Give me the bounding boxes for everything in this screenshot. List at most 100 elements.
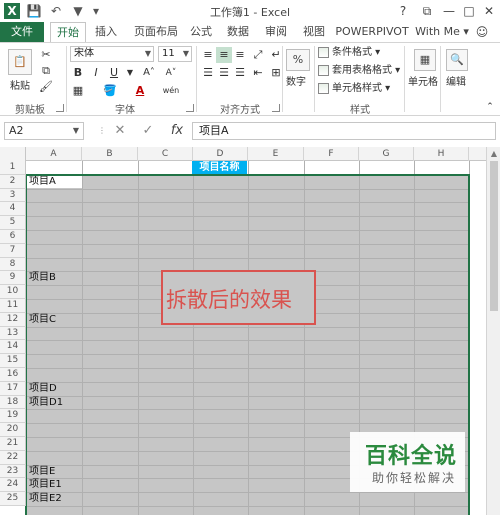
align-left-icon[interactable]: ☰ — [200, 65, 216, 81]
row-header-22[interactable]: 22 — [0, 450, 26, 465]
cut-icon[interactable]: ✂ — [38, 47, 54, 63]
border-icon[interactable]: ▦ — [70, 83, 86, 99]
copy-icon[interactable]: ⧉ — [38, 63, 54, 79]
tab-view[interactable]: 视图 — [298, 22, 330, 42]
paste-icon[interactable]: 📋 — [8, 49, 32, 75]
editing-icon[interactable]: 🔍 — [446, 49, 468, 71]
close-button[interactable]: ✕ — [480, 2, 498, 20]
row-header-17[interactable]: 17 — [0, 381, 26, 396]
minimize-button[interactable]: — — [440, 2, 458, 20]
format-as-table-button[interactable]: 套用表格格式 ▾ — [318, 63, 400, 79]
row-header-13[interactable]: 13 — [0, 326, 26, 341]
column-header-a[interactable]: A — [26, 147, 82, 161]
fill-color-icon[interactable]: 🪣 — [102, 83, 118, 99]
font-launcher-icon[interactable] — [186, 104, 194, 112]
grow-font-button[interactable]: A˄ — [140, 65, 158, 81]
column-header-b[interactable]: B — [82, 147, 138, 161]
row-header-21[interactable]: 21 — [0, 437, 26, 451]
align-middle-icon[interactable]: ≡ — [216, 47, 232, 63]
row-header-1[interactable]: 1 — [0, 161, 26, 175]
cells-icon[interactable]: ▦ — [414, 49, 436, 71]
underline-button[interactable]: U — [106, 65, 122, 81]
formula-input[interactable]: 项目A — [192, 122, 496, 140]
maximize-button[interactable]: □ — [460, 2, 478, 20]
row-header-19[interactable]: 19 — [0, 409, 26, 424]
chevron-down-icon: ▼ — [144, 49, 151, 58]
column-header-g[interactable]: G — [359, 147, 414, 161]
tab-file[interactable]: 文件 — [0, 22, 44, 42]
format-painter-icon[interactable]: 🖌 — [38, 79, 54, 95]
tab-with-me[interactable]: With Me ▾ — [414, 22, 470, 42]
cancel-icon[interactable]: ✕ — [112, 122, 128, 140]
paste-label[interactable]: 粘贴 — [10, 77, 30, 92]
tab-review[interactable]: 审阅 — [260, 22, 292, 42]
ribbon-display-button[interactable]: ⧉ — [418, 2, 436, 20]
select-all-corner[interactable] — [0, 147, 26, 161]
italic-button[interactable]: I — [88, 65, 104, 81]
row-header-8[interactable]: 8 — [0, 257, 26, 272]
row-header-5[interactable]: 5 — [0, 216, 26, 230]
row-header-6[interactable]: 6 — [0, 230, 26, 244]
vertical-scrollbar[interactable]: ▲ — [486, 147, 500, 515]
bold-button[interactable]: B — [70, 65, 86, 81]
row-header-15[interactable]: 15 — [0, 354, 26, 368]
smiley-icon[interactable]: ☺ — [472, 22, 492, 42]
indent-icon[interactable]: ⇤ — [250, 65, 266, 81]
orientation-icon[interactable]: ⤢ — [250, 47, 266, 63]
row-header-4[interactable]: 4 — [0, 202, 26, 217]
row-header-7[interactable]: 7 — [0, 243, 26, 258]
row-header-9[interactable]: 9 — [0, 271, 26, 286]
tab-home[interactable]: 开始 — [50, 22, 86, 43]
row-header-24[interactable]: 24 — [0, 478, 26, 493]
tab-insert[interactable]: 插入 — [90, 22, 122, 42]
align-center-icon[interactable]: ☰ — [216, 65, 232, 81]
row-header-10[interactable]: 10 — [0, 285, 26, 299]
align-top-icon[interactable]: ≡ — [200, 47, 216, 63]
number-format-icon[interactable]: % — [286, 49, 310, 71]
font-size-combo[interactable]: 11 ▼ — [158, 46, 192, 62]
scroll-thumb[interactable] — [490, 161, 498, 311]
font-color-button[interactable]: A — [132, 83, 148, 99]
tab-formulas[interactable]: 公式 — [186, 22, 216, 42]
name-box[interactable]: A2 ▼ — [4, 122, 84, 140]
help-button[interactable]: ? — [394, 2, 412, 20]
underline-dropdown-icon[interactable]: ▼ — [122, 65, 138, 81]
scroll-up-icon[interactable]: ▲ — [487, 149, 500, 158]
merged-header-cell[interactable]: 项目名称 — [192, 161, 247, 175]
collapse-ribbon-icon[interactable]: ⌃ — [482, 99, 498, 115]
tab-powerpivot[interactable]: POWERPIVOT — [334, 22, 410, 42]
row-header-25[interactable]: 25 — [0, 492, 26, 506]
alignment-launcher-icon[interactable] — [272, 104, 280, 112]
shrink-font-button[interactable]: A˅ — [162, 65, 180, 81]
conditional-formatting-button[interactable]: 条件格式 ▾ — [318, 45, 380, 61]
font-name-combo[interactable]: 宋体 ▼ — [70, 46, 154, 62]
tab-page-layout[interactable]: 页面布局 — [130, 22, 182, 42]
row-header-23[interactable]: 23 — [0, 464, 26, 479]
column-header-h[interactable]: H — [414, 147, 469, 161]
row-header-11[interactable]: 11 — [0, 299, 26, 313]
row-header-20[interactable]: 20 — [0, 423, 26, 437]
cells-label[interactable]: 单元格 — [408, 73, 438, 88]
row-header-16[interactable]: 16 — [0, 368, 26, 382]
group-separator — [282, 46, 283, 112]
phonetic-guide-button[interactable]: wén — [160, 83, 182, 99]
number-label[interactable]: 数字 — [286, 73, 306, 88]
column-header-f[interactable]: F — [304, 147, 359, 161]
row-header-14[interactable]: 14 — [0, 340, 26, 355]
cell-styles-button[interactable]: 单元格样式 ▾ — [318, 81, 390, 97]
align-bottom-icon[interactable]: ≡ — [232, 47, 248, 63]
row-header-18[interactable]: 18 — [0, 395, 26, 410]
enter-icon[interactable]: ✓ — [140, 122, 156, 140]
insert-function-button[interactable]: fx — [166, 122, 188, 140]
row-header-3[interactable]: 3 — [0, 188, 26, 203]
row-header-12[interactable]: 12 — [0, 312, 26, 327]
column-header-c[interactable]: C — [138, 147, 193, 161]
tab-data[interactable]: 数据 — [222, 22, 254, 42]
align-right-icon[interactable]: ☰ — [232, 65, 248, 81]
editing-label[interactable]: 编辑 — [446, 73, 466, 88]
column-header-d[interactable]: D — [193, 147, 248, 161]
clipboard-launcher-icon[interactable] — [56, 104, 64, 112]
watermark-logo-text: 百科全说 — [365, 444, 458, 469]
row-header-2[interactable]: 2 — [0, 174, 26, 189]
column-header-e[interactable]: E — [248, 147, 304, 161]
